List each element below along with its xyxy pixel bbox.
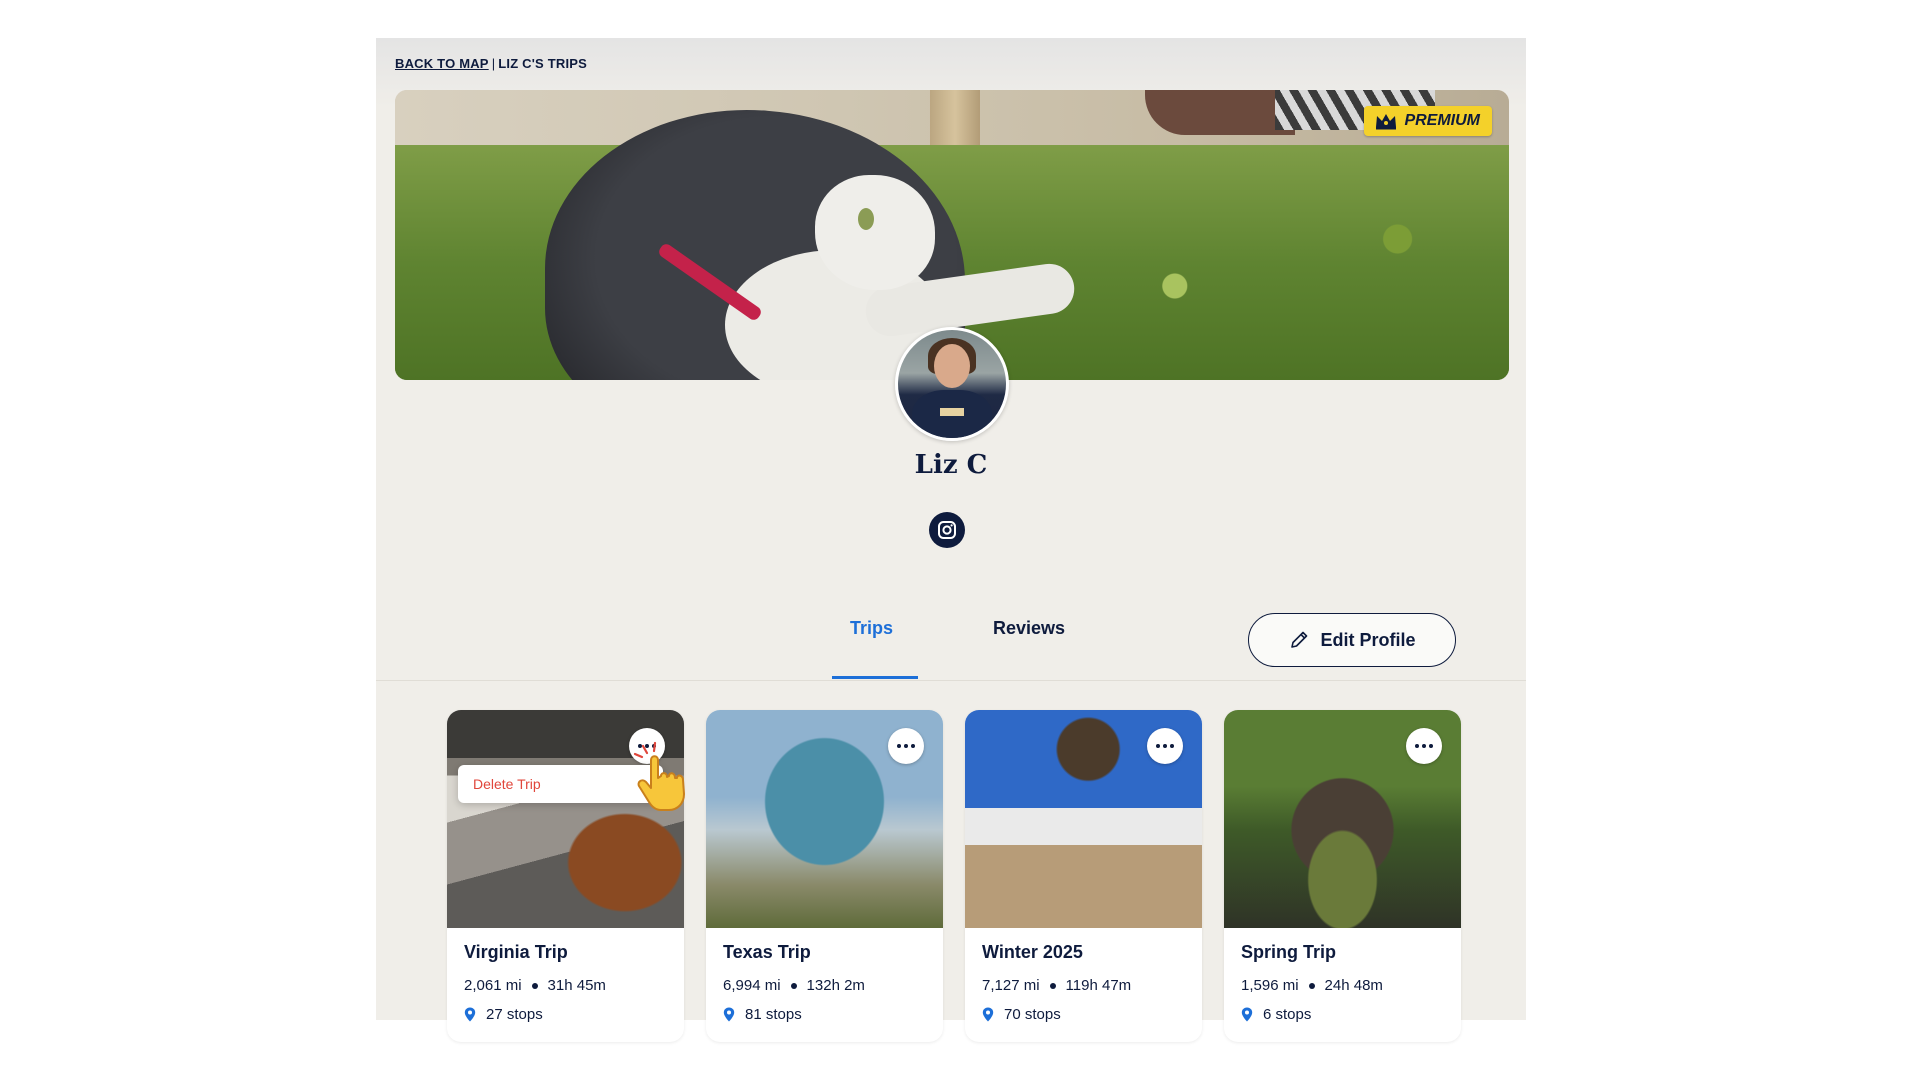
- breadcrumb-current: LIZ C'S TRIPS: [498, 56, 588, 71]
- trip-card-body: Spring Trip 1,596 mi 24h 48m 6 stops: [1241, 942, 1449, 1023]
- tab-trips[interactable]: Trips: [850, 618, 893, 639]
- more-options-button[interactable]: [1406, 728, 1442, 764]
- trip-stops-count: 81 stops: [745, 1006, 802, 1023]
- trip-stats: 7,127 mi 119h 47m: [982, 977, 1190, 994]
- trip-stats: 6,994 mi 132h 2m: [723, 977, 931, 994]
- map-pin-icon: [464, 1007, 476, 1022]
- profile-panel: BACK TO MAP | LIZ C'S TRIPS PREMIUM Liz C: [376, 38, 1526, 1042]
- more-options-button[interactable]: [888, 728, 924, 764]
- back-to-map-link[interactable]: BACK TO MAP: [395, 56, 489, 71]
- trip-duration: 24h 48m: [1324, 977, 1383, 994]
- trip-stops: 27 stops: [464, 1006, 672, 1023]
- edit-profile-label: Edit Profile: [1320, 629, 1416, 650]
- instagram-icon: [938, 521, 956, 539]
- trip-cards: Delete Trip Virginia Trip 2,061 mi 31h 4…: [447, 710, 1461, 1042]
- map-pin-icon: [1241, 1007, 1253, 1022]
- trip-duration: 31h 45m: [547, 977, 606, 994]
- trip-stops: 70 stops: [982, 1006, 1190, 1023]
- profile-name: Liz C: [914, 450, 988, 480]
- more-options-button[interactable]: [1147, 728, 1183, 764]
- trip-title: Spring Trip: [1241, 942, 1337, 962]
- trip-stops: 81 stops: [723, 1006, 931, 1023]
- trip-card-body: Winter 2025 7,127 mi 119h 47m 70 stops: [982, 942, 1190, 1023]
- trip-stats: 1,596 mi 24h 48m: [1241, 977, 1449, 994]
- trip-card-texas[interactable]: Texas Trip 6,994 mi 132h 2m 81 stops: [706, 710, 943, 1042]
- breadcrumb: BACK TO MAP | LIZ C'S TRIPS: [395, 56, 587, 71]
- tabs-divider: [376, 680, 1526, 681]
- premium-badge: PREMIUM: [1364, 106, 1492, 136]
- edit-profile-button[interactable]: Edit Profile: [1248, 613, 1456, 667]
- trip-distance: 1,596 mi: [1241, 977, 1299, 994]
- trip-title: Winter 2025: [982, 942, 1083, 962]
- trip-stops-count: 6 stops: [1263, 1006, 1312, 1023]
- map-pin-icon: [982, 1007, 994, 1022]
- trip-distance: 6,994 mi: [723, 977, 781, 994]
- trip-stops-count: 70 stops: [1004, 1006, 1061, 1023]
- trip-card-winter[interactable]: Winter 2025 7,127 mi 119h 47m 70 stops: [965, 710, 1202, 1042]
- trip-title: Virginia Trip: [464, 942, 568, 962]
- trip-stops-count: 27 stops: [486, 1006, 543, 1023]
- map-pin-icon: [723, 1007, 735, 1022]
- premium-label: PREMIUM: [1404, 112, 1480, 129]
- trip-distance: 7,127 mi: [982, 977, 1040, 994]
- active-tab-indicator: [832, 676, 918, 679]
- trip-card-body: Virginia Trip 2,061 mi 31h 45m 27 stops: [464, 942, 672, 1023]
- trip-duration: 119h 47m: [1065, 977, 1132, 994]
- pencil-icon: [1291, 631, 1308, 648]
- instagram-button[interactable]: [929, 512, 965, 548]
- trip-stats: 2,061 mi 31h 45m: [464, 977, 672, 994]
- trip-stops: 6 stops: [1241, 1006, 1449, 1023]
- breadcrumb-separator: |: [491, 56, 496, 71]
- tab-reviews[interactable]: Reviews: [993, 618, 1065, 639]
- trip-title: Texas Trip: [723, 942, 811, 962]
- hand-pointer-icon: [633, 741, 685, 811]
- trip-card-body: Texas Trip 6,994 mi 132h 2m 81 stops: [723, 942, 931, 1023]
- trip-duration: 132h 2m: [806, 977, 865, 994]
- avatar: [895, 327, 1009, 441]
- trip-card-spring[interactable]: Spring Trip 1,596 mi 24h 48m 6 stops: [1224, 710, 1461, 1042]
- trip-distance: 2,061 mi: [464, 977, 522, 994]
- crown-icon: [1376, 114, 1397, 130]
